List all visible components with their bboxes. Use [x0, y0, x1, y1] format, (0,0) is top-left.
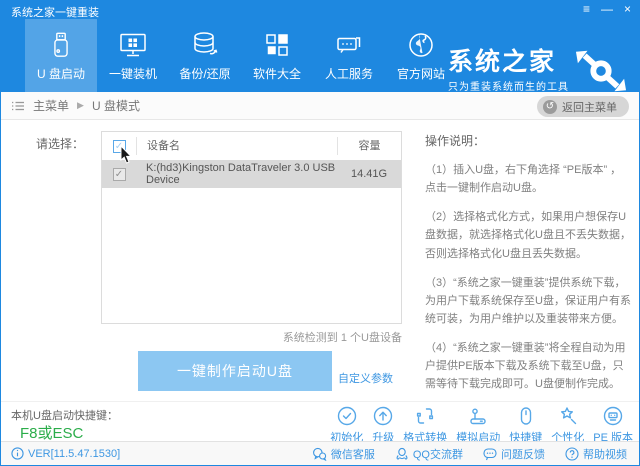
- init-check-icon: [336, 405, 358, 427]
- globe-icon: [406, 30, 436, 60]
- nav-tab-label: 软件大全: [253, 65, 301, 82]
- breadcrumb: 主菜单 ▶ U 盘模式 ↺ 返回主菜单: [1, 92, 639, 120]
- support-chat-icon: [334, 30, 364, 60]
- nav-tab-live-support[interactable]: 人工服务: [313, 19, 385, 92]
- titlebar: 系统之家一键重装 ≡ — ×: [1, 1, 639, 19]
- make-boot-usb-button[interactable]: 一键制作启动U盘: [138, 351, 332, 391]
- wechat-icon: [312, 447, 327, 461]
- qq-group-link[interactable]: QQ交流群: [395, 446, 463, 462]
- usb-device-table: ✓ 设备名 容量 ✓ K:(hd3)Kingston DataTraveler …: [101, 131, 402, 324]
- tool-format-convert[interactable]: 格式转换: [403, 405, 447, 445]
- nav-tab-label: 官方网站: [397, 65, 445, 82]
- hotkey-label: 本机U盘启动快捷键：: [11, 407, 118, 423]
- device-name-header: 设备名: [136, 137, 337, 155]
- brand-swoosh-icon: [575, 50, 627, 92]
- hotkey-mouse-icon: [515, 405, 537, 427]
- brand-title: 系统之家: [448, 49, 569, 75]
- qq-icon: [395, 447, 409, 461]
- nav-tab-label: 人工服务: [325, 65, 373, 82]
- custom-params-link[interactable]: 自定义参数: [338, 370, 393, 386]
- nav-tab-usb-boot[interactable]: U 盘启动: [25, 19, 97, 92]
- nav-tab-label: 备份/还原: [179, 65, 230, 82]
- version-text: VER[11.5.47.1530]: [28, 448, 120, 460]
- nav-tab-one-click-install[interactable]: 一键装机: [97, 19, 169, 92]
- tool-hotkey[interactable]: 快捷键: [509, 405, 542, 445]
- database-restore-icon: [190, 30, 220, 60]
- tool-pe-version[interactable]: PE 版本: [593, 405, 633, 445]
- minimize-button[interactable]: —: [601, 2, 613, 17]
- nav-tab-label: 一键装机: [109, 65, 157, 82]
- capacity-header: 容量: [337, 137, 401, 155]
- help-video-icon: [565, 447, 579, 461]
- wechat-support-link[interactable]: 微信客服: [312, 446, 375, 462]
- device-row-checkbox[interactable]: ✓: [113, 168, 126, 181]
- instructions-panel: 操作说明： （1）插入U盘，右下角选择 “PE版本” ，点击一键制作启动U盘。 …: [425, 132, 632, 405]
- nav-tab-backup-restore[interactable]: 备份/还原: [169, 19, 241, 92]
- nav-tab-label: U 盘启动: [37, 65, 85, 82]
- back-to-main-menu-button[interactable]: ↺ 返回主菜单: [537, 96, 629, 117]
- window-title: 系统之家一键重装: [11, 4, 99, 20]
- instructions-title: 操作说明：: [425, 132, 632, 149]
- tool-personalize[interactable]: 个性化: [551, 405, 584, 445]
- status-bar: VER[11.5.47.1530] 微信客服 QQ交流群: [1, 441, 639, 465]
- table-row[interactable]: ✓ K:(hd3)Kingston DataTraveler 3.0 USB D…: [102, 160, 401, 188]
- statusbar-link-label: 问题反馈: [501, 446, 545, 462]
- statusbar-link-label: 帮助视频: [583, 446, 627, 462]
- monitor-windows-icon: [118, 30, 148, 60]
- upgrade-arrow-icon: [372, 405, 394, 427]
- back-button-label: 返回主菜单: [562, 99, 617, 115]
- detect-status-text: 系统检测到 1 个U盘设备: [101, 329, 402, 345]
- nav-bar: U 盘启动 一键装机 备份/还原: [1, 19, 639, 92]
- tool-simulate-boot[interactable]: 模拟启动: [456, 405, 500, 445]
- breadcrumb-current: U 盘模式: [92, 97, 140, 114]
- table-header-row: ✓ 设备名 容量: [102, 132, 401, 160]
- menu-list-icon: [11, 99, 25, 113]
- breadcrumb-root[interactable]: 主菜单: [33, 97, 69, 114]
- software-grid-icon: [262, 30, 292, 60]
- personalize-icon: [557, 405, 579, 427]
- nav-tab-official-site[interactable]: 官方网站: [385, 19, 457, 92]
- format-convert-icon: [414, 405, 436, 427]
- back-arrow-icon: ↺: [543, 100, 557, 114]
- instruction-step: （3）“系统之家一键重装”提供系统下载，为用户下载系统保存至U盘，保证用户有系统…: [425, 274, 632, 328]
- app-window: 系统之家一键重装 ≡ — × U 盘启动: [0, 0, 640, 466]
- instruction-step: （1）插入U盘，右下角选择 “PE版本” ，点击一键制作启动U盘。: [425, 161, 632, 197]
- close-button[interactable]: ×: [624, 2, 631, 17]
- feedback-link[interactable]: 问题反馈: [483, 446, 545, 462]
- hotkey-value: F8或ESC: [20, 422, 83, 443]
- tool-initialize[interactable]: 初始化: [330, 405, 363, 445]
- brand-logo: 系统之家 只为重装系统而生的工具: [448, 49, 627, 93]
- breadcrumb-separator-icon: ▶: [77, 100, 84, 111]
- pe-version-icon: [602, 405, 624, 427]
- instruction-step: （2）选择格式化方式，如果用户想保存U盘数据，就选择格式化U盘且不丢失数据，否则…: [425, 208, 632, 262]
- capacity-cell: 14.41G: [337, 168, 401, 180]
- simulate-boot-icon: [467, 405, 489, 427]
- tool-upgrade[interactable]: 升级: [372, 405, 394, 445]
- instruction-step: （4）“系统之家一键重装”将全程自动为用户提供PE版本下载及系统下载至U盘，只需…: [425, 339, 632, 393]
- statusbar-link-label: 微信客服: [331, 446, 375, 462]
- help-video-link[interactable]: 帮助视频: [565, 446, 627, 462]
- menu-button[interactable]: ≡: [583, 2, 590, 17]
- select-label: 请选择：: [36, 135, 84, 152]
- nav-tab-software-collection[interactable]: 软件大全: [241, 19, 313, 92]
- statusbar-link-label: QQ交流群: [413, 446, 463, 462]
- usb-drive-icon: [47, 30, 75, 60]
- device-name-cell: K:(hd3)Kingston DataTraveler 3.0 USB Dev…: [136, 162, 337, 186]
- version-info[interactable]: VER[11.5.47.1530]: [11, 447, 120, 460]
- feedback-icon: [483, 447, 497, 461]
- info-icon: [11, 447, 24, 460]
- footer-bar: 本机U盘启动快捷键： F8或ESC 初始化 升级 格式转换: [1, 401, 639, 443]
- mouse-cursor-icon: [120, 146, 133, 164]
- brand-tagline: 只为重装系统而生的工具: [448, 78, 569, 93]
